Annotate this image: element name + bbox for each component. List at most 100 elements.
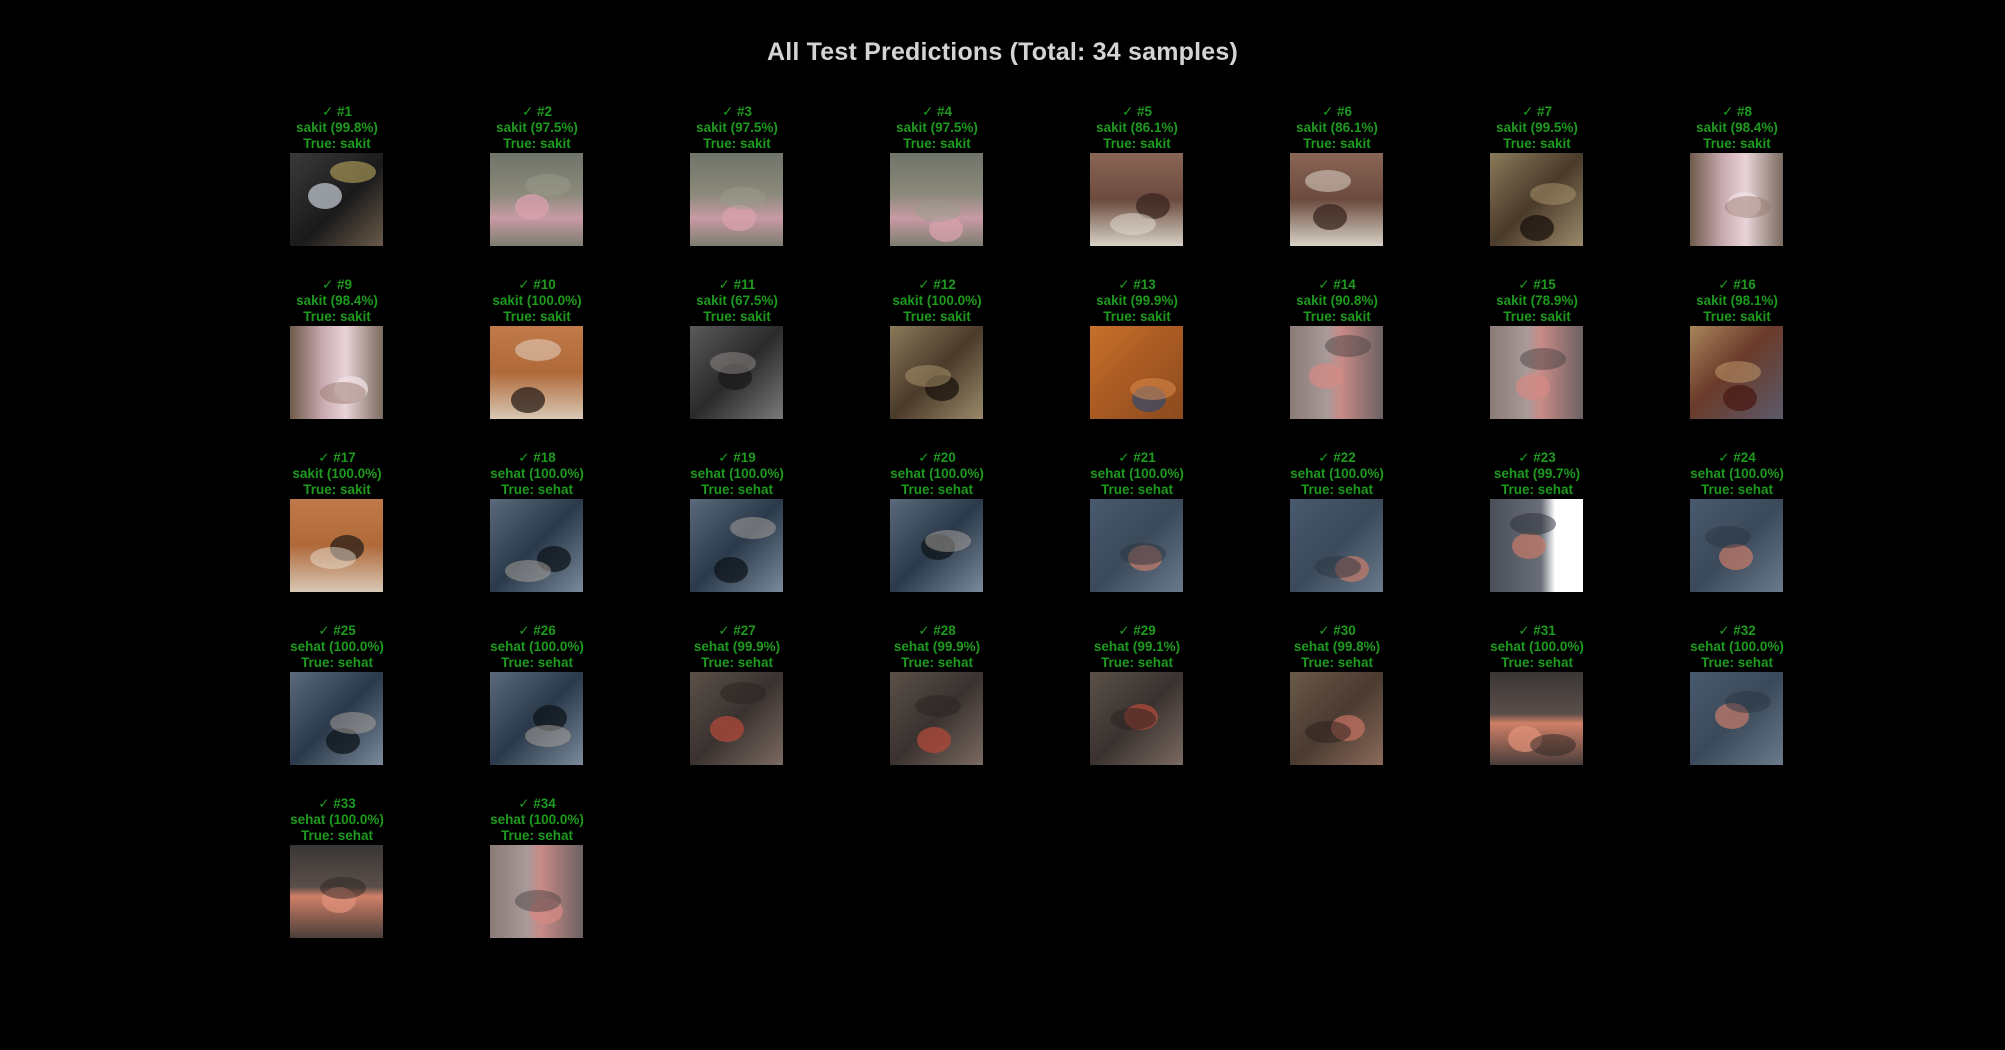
true-label: True: sakit	[1503, 309, 1571, 324]
image-feature	[1510, 513, 1556, 535]
image-feature	[330, 161, 376, 183]
sample-id-label: ✓ #11	[667, 277, 807, 293]
check-icon: ✓	[718, 623, 730, 638]
predicted-label: sakit (86.1%)	[1296, 120, 1378, 135]
prediction-cell: ✓ #27 sehat (99.9%) True: sehat	[667, 623, 807, 765]
true-label: True: sakit	[503, 309, 571, 324]
true-label: True: sakit	[1303, 136, 1371, 151]
prediction-caption: ✓ #21 sehat (100.0%) True: sehat	[1067, 450, 1207, 498]
sample-id: #6	[1333, 104, 1353, 119]
prediction-caption: ✓ #4 sakit (97.5%) True: sakit	[867, 104, 1007, 152]
predicted-label: sehat (99.8%)	[1293, 639, 1381, 654]
sample-image	[1490, 153, 1583, 246]
predictions-grid: ✓ #1 sakit (99.8%) True: sakit ✓ #2 sakit (9…	[0, 0, 2005, 1050]
sample-image	[1090, 326, 1183, 419]
prediction-cell: ✓ #28 sehat (99.9%) True: sehat	[867, 623, 1007, 765]
sample-id: #31	[1529, 623, 1556, 638]
sample-id-label: ✓ #25	[267, 623, 407, 639]
prediction-caption: ✓ #20 sehat (100.0%) True: sehat	[867, 450, 1007, 498]
predicted-label: sakit (86.1%)	[1096, 120, 1178, 135]
prediction-cell: ✓ #34 sehat (100.0%) True: sehat	[467, 796, 607, 938]
image-feature	[1309, 363, 1343, 389]
sample-id: #25	[329, 623, 356, 638]
check-icon: ✓	[518, 623, 530, 638]
check-icon: ✓	[1518, 450, 1530, 465]
sample-image	[1490, 499, 1583, 592]
true-label: True: sehat	[1500, 655, 1574, 670]
predicted-label: sakit (99.5%)	[1496, 120, 1578, 135]
prediction-caption: ✓ #19 sehat (100.0%) True: sehat	[667, 450, 807, 498]
image-feature	[915, 695, 961, 717]
predicted-label: sehat (100.0%)	[1490, 639, 1584, 654]
predicted-label: sehat (100.0%)	[1090, 466, 1184, 481]
sample-id: #4	[933, 104, 953, 119]
prediction-cell: ✓ #19 sehat (100.0%) True: sehat	[667, 450, 807, 592]
image-feature	[730, 517, 776, 539]
sample-id: #9	[333, 277, 353, 292]
sample-id-label: ✓ #34	[467, 796, 607, 812]
predicted-label: sehat (99.9%)	[893, 639, 981, 654]
sample-id-label: ✓ #28	[867, 623, 1007, 639]
check-icon: ✓	[1118, 623, 1130, 638]
prediction-cell: ✓ #15 sakit (78.9%) True: sakit	[1467, 277, 1607, 419]
prediction-caption: ✓ #32 sehat (100.0%) True: sehat	[1667, 623, 1807, 671]
image-feature	[710, 352, 756, 374]
image-feature	[1120, 543, 1166, 565]
check-icon: ✓	[918, 450, 930, 465]
check-icon: ✓	[1721, 104, 1734, 119]
image-feature	[320, 877, 366, 899]
prediction-cell: ✓ #31 sehat (100.0%) True: sehat	[1467, 623, 1607, 765]
sample-image	[490, 153, 583, 246]
sample-id-label: ✓ #3	[667, 104, 807, 120]
predicted-label: sehat (100.0%)	[490, 812, 584, 827]
sample-id-label: ✓ #4	[867, 104, 1007, 120]
check-icon: ✓	[718, 277, 730, 292]
predicted-label: sakit (100.0%)	[892, 293, 982, 308]
predicted-label: sakit (98.1%)	[1696, 293, 1778, 308]
sample-image	[490, 845, 583, 938]
sample-id: #7	[1533, 104, 1553, 119]
predicted-label: sehat (100.0%)	[290, 812, 384, 827]
sample-image	[290, 326, 383, 419]
sample-id: #13	[1129, 277, 1156, 292]
predicted-label: sehat (100.0%)	[1690, 466, 1784, 481]
predicted-label: sakit (99.9%)	[1096, 293, 1178, 308]
image-feature	[1313, 204, 1347, 230]
predicted-label: sakit (98.4%)	[1696, 120, 1778, 135]
prediction-caption: ✓ #3 sakit (97.5%) True: sakit	[667, 104, 807, 152]
sample-id: #29	[1129, 623, 1156, 638]
check-icon: ✓	[518, 796, 530, 811]
predicted-label: sakit (78.9%)	[1496, 293, 1578, 308]
sample-image	[1490, 672, 1583, 765]
image-feature	[1705, 526, 1751, 548]
predicted-label: sehat (100.0%)	[690, 466, 784, 481]
image-feature	[308, 183, 342, 209]
true-label: True: sakit	[1103, 309, 1171, 324]
predicted-label: sehat (99.9%)	[693, 639, 781, 654]
image-feature	[1512, 533, 1546, 559]
prediction-cell: ✓ #23 sehat (99.7%) True: sehat	[1467, 450, 1607, 592]
sample-image	[1090, 672, 1183, 765]
sample-image	[290, 153, 383, 246]
sample-image	[1690, 153, 1783, 246]
check-icon: ✓	[1718, 277, 1730, 292]
predicted-label: sakit (67.5%)	[696, 293, 778, 308]
sample-id-label: ✓ #21	[1067, 450, 1207, 466]
prediction-caption: ✓ #11 sakit (67.5%) True: sakit	[667, 277, 807, 325]
prediction-cell: ✓ #18 sehat (100.0%) True: sehat	[467, 450, 607, 592]
true-label: True: sakit	[303, 136, 371, 151]
check-icon: ✓	[718, 450, 730, 465]
sample-id: #23	[1529, 450, 1556, 465]
check-icon: ✓	[1518, 277, 1530, 292]
sample-id-label: ✓ #30	[1267, 623, 1407, 639]
check-icon: ✓	[1118, 277, 1130, 292]
image-feature	[1520, 215, 1554, 241]
sample-id-label: ✓ #31	[1467, 623, 1607, 639]
predicted-label: sehat (100.0%)	[290, 639, 384, 654]
predicted-label: sakit (97.5%)	[696, 120, 778, 135]
prediction-cell: ✓ #4 sakit (97.5%) True: sakit	[867, 104, 1007, 246]
prediction-cell: ✓ #16 sakit (98.1%) True: sakit	[1667, 277, 1807, 419]
sample-id-label: ✓ #22	[1267, 450, 1407, 466]
sample-id: #27	[729, 623, 756, 638]
sample-image	[690, 672, 783, 765]
